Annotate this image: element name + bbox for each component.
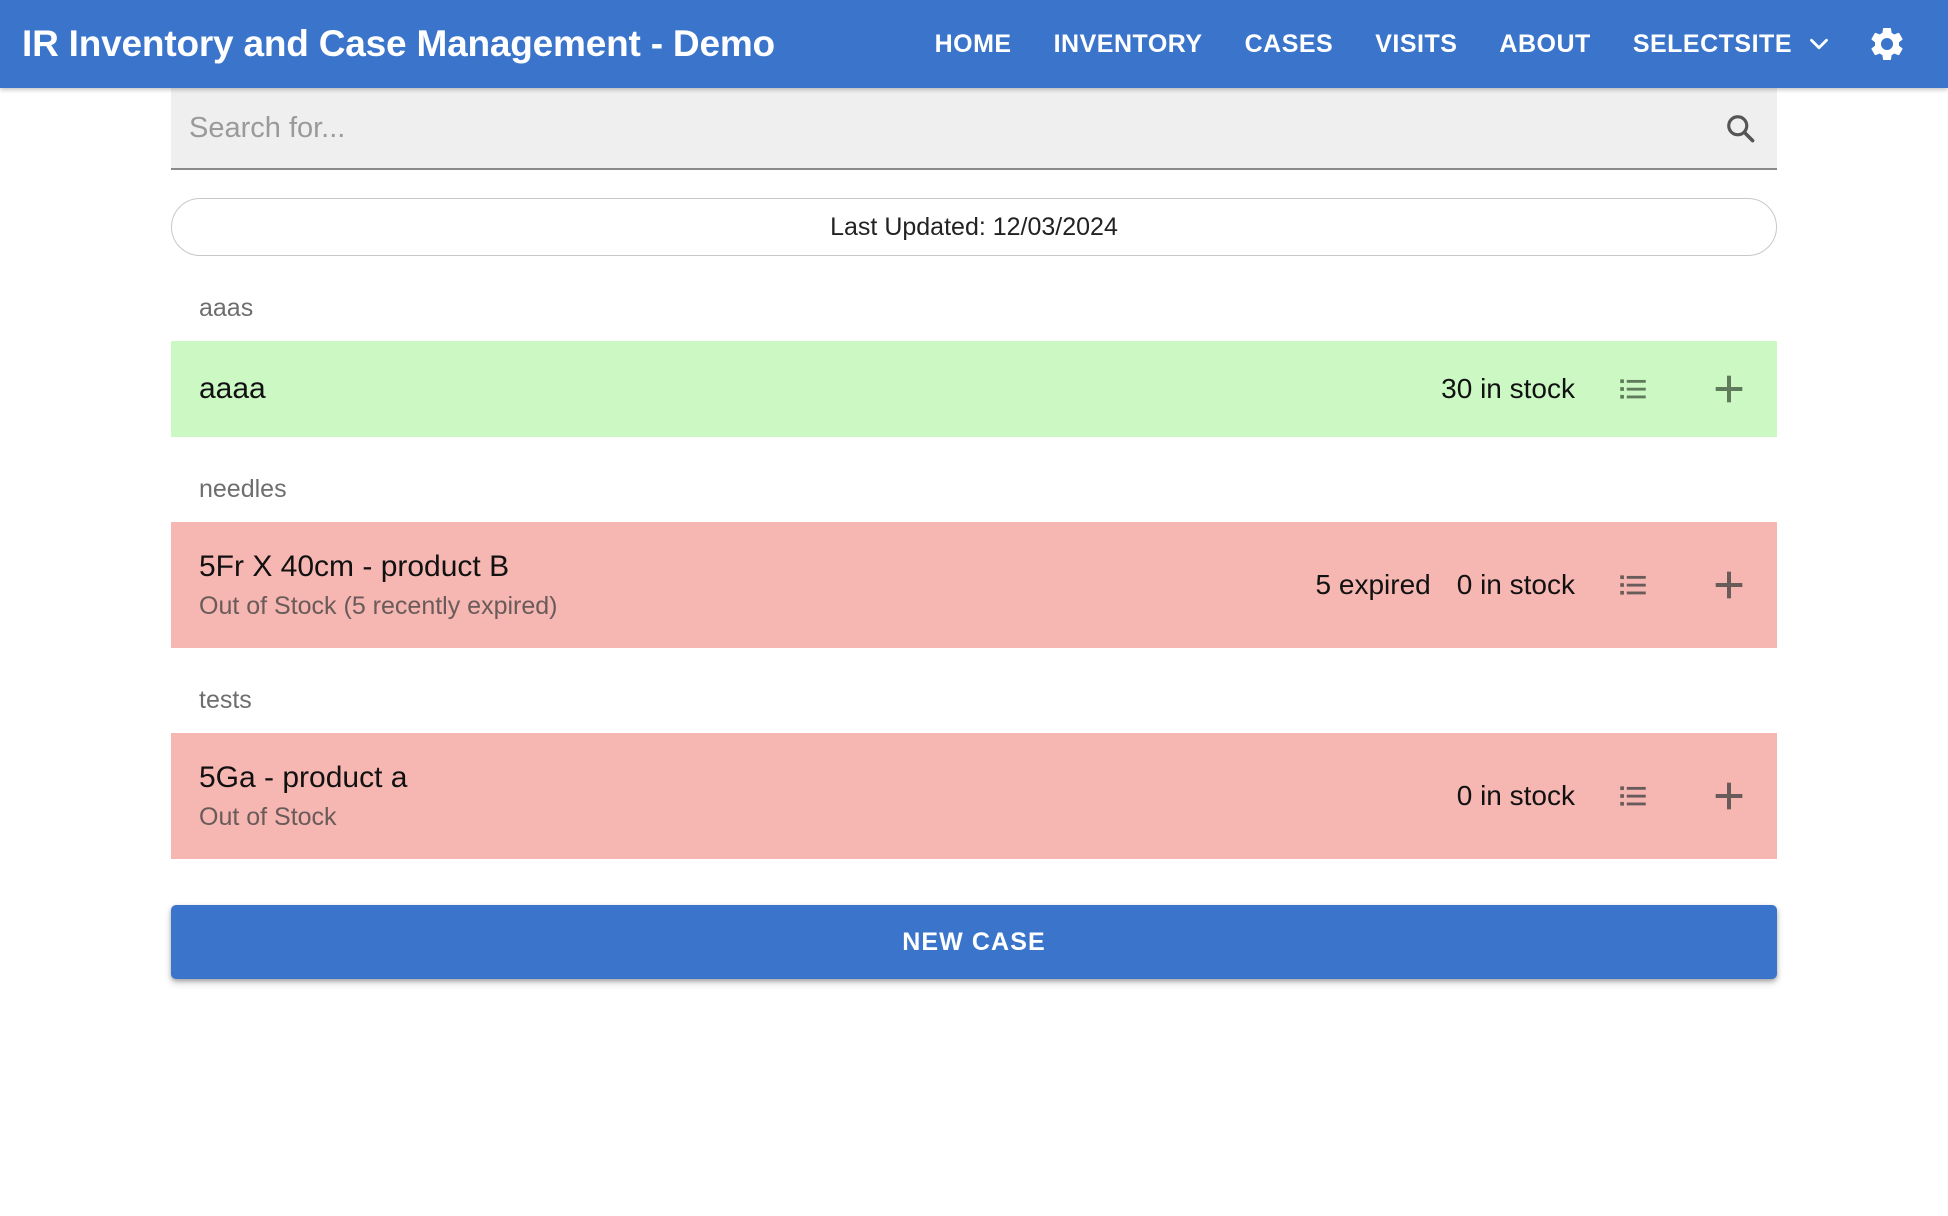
nav-item-cases[interactable]: CASES (1224, 30, 1355, 59)
item-title: 5Ga - product a (199, 760, 408, 794)
chevron-down-icon[interactable] (1802, 27, 1836, 61)
row-actions (1611, 367, 1751, 411)
nav-item-about[interactable]: ABOUT (1478, 30, 1611, 59)
item-title: 5Fr X 40cm - product B (199, 549, 510, 583)
row-actions (1611, 563, 1751, 607)
category-label: aaas (199, 294, 254, 322)
row-text-block: 5Ga - product a Out of Stock (199, 746, 1457, 847)
category-label: tests (199, 686, 252, 714)
row-text-block: aaaa (199, 357, 1441, 422)
list-icon[interactable] (1611, 367, 1655, 411)
nav-item-visits[interactable]: VISITS (1354, 30, 1478, 59)
nav-item-inventory[interactable]: INVENTORY (1033, 30, 1224, 59)
inventory-row[interactable]: 5Ga - product a Out of Stock 0 in stock (171, 733, 1777, 859)
search-icon[interactable] (1719, 107, 1761, 149)
plus-icon[interactable] (1707, 774, 1751, 818)
search-bar[interactable] (171, 88, 1777, 170)
nav-item-selectsite[interactable]: SELECTSITE (1612, 30, 1802, 59)
gear-icon[interactable] (1864, 21, 1910, 67)
stock-count: 0 in stock (1456, 569, 1575, 600)
stock-count: 0 in stock (1456, 780, 1575, 811)
row-meta: 30 in stock (1441, 373, 1575, 405)
expired-count: 5 expired (1315, 569, 1431, 600)
page-body: Last Updated: 12/03/2024 aaas aaaa 30 in… (0, 88, 1948, 979)
item-subtitle: Out of Stock (199, 803, 337, 832)
last-updated-label: Last Updated: 12/03/2024 (830, 212, 1118, 241)
category-label: needles (199, 475, 287, 503)
inventory-group: aaas aaaa 30 in stock (171, 256, 1777, 437)
app-header: IR Inventory and Case Management - Demo … (0, 0, 1948, 88)
last-updated-pill[interactable]: Last Updated: 12/03/2024 (171, 198, 1777, 256)
row-actions (1611, 774, 1751, 818)
row-meta: 0 in stock (1457, 780, 1575, 812)
row-meta: 5 expired 0 in stock (1316, 569, 1575, 601)
stock-count: 30 in stock (1441, 373, 1575, 404)
list-icon[interactable] (1611, 774, 1655, 818)
nav-item-home[interactable]: HOME (914, 30, 1033, 59)
item-subtitle: Out of Stock (5 recently expired) (199, 592, 558, 621)
plus-icon[interactable] (1707, 367, 1751, 411)
main-nav: HOME INVENTORY CASES VISITS ABOUT SELECT… (914, 21, 1918, 67)
inventory-group: needles 5Fr X 40cm - product B Out of St… (171, 437, 1777, 648)
plus-icon[interactable] (1707, 563, 1751, 607)
page-title: IR Inventory and Case Management - Demo (22, 23, 775, 64)
new-case-button[interactable]: NEW CASE (171, 905, 1777, 979)
inventory-row[interactable]: 5Fr X 40cm - product B Out of Stock (5 r… (171, 522, 1777, 648)
inventory-row[interactable]: aaaa 30 in stock (171, 341, 1777, 437)
search-input[interactable] (189, 111, 1707, 145)
item-title: aaaa (199, 371, 266, 405)
content-container: Last Updated: 12/03/2024 aaas aaaa 30 in… (171, 88, 1777, 979)
inventory-group: tests 5Ga - product a Out of Stock 0 in … (171, 648, 1777, 859)
row-text-block: 5Fr X 40cm - product B Out of Stock (5 r… (199, 535, 1316, 636)
list-icon[interactable] (1611, 563, 1655, 607)
